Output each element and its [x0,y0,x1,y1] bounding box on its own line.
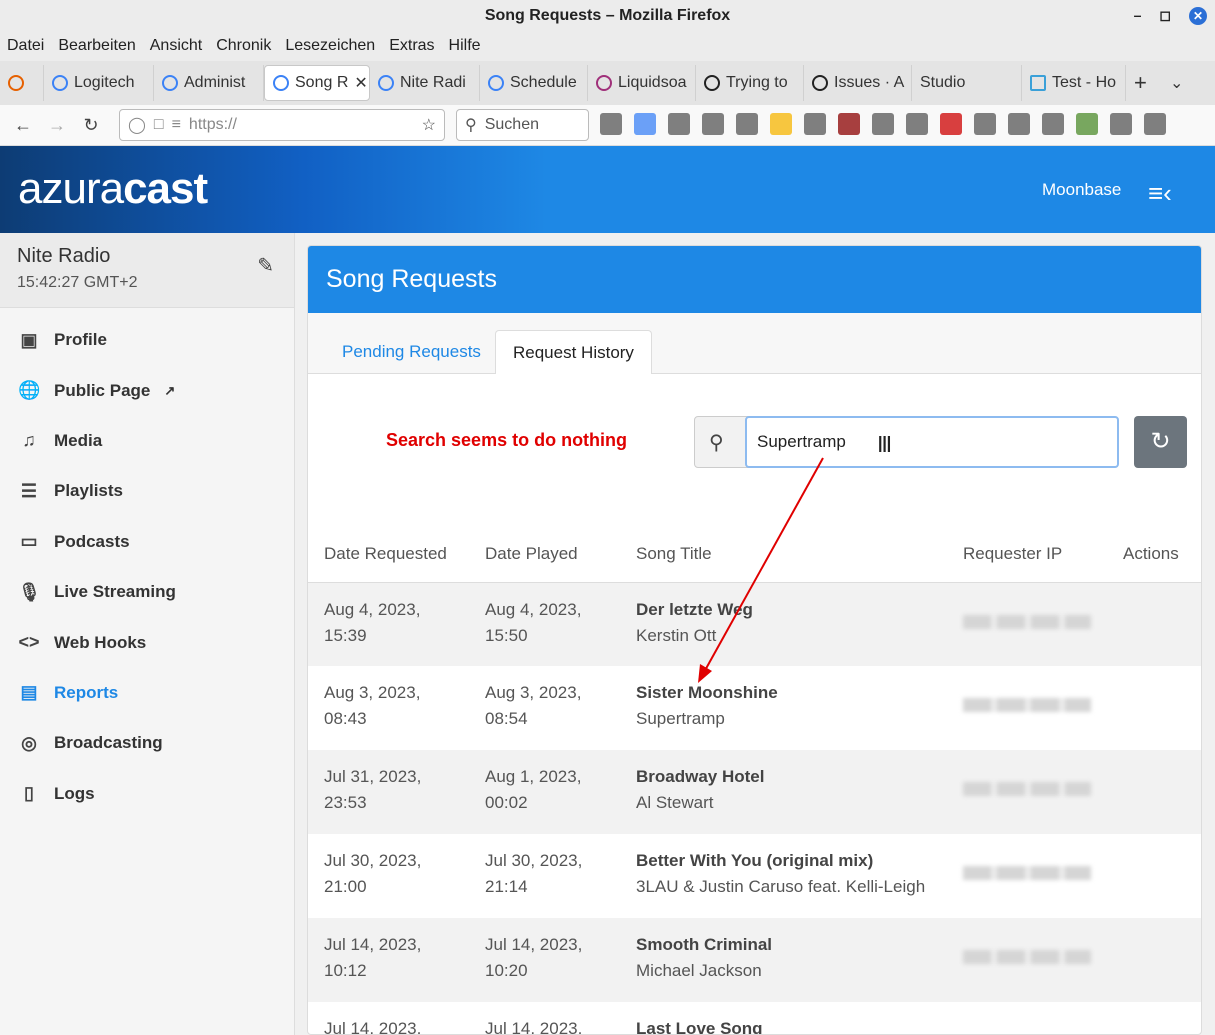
text-cursor-icon: Ⅲ [877,432,893,457]
annotation-arrow [698,457,824,683]
